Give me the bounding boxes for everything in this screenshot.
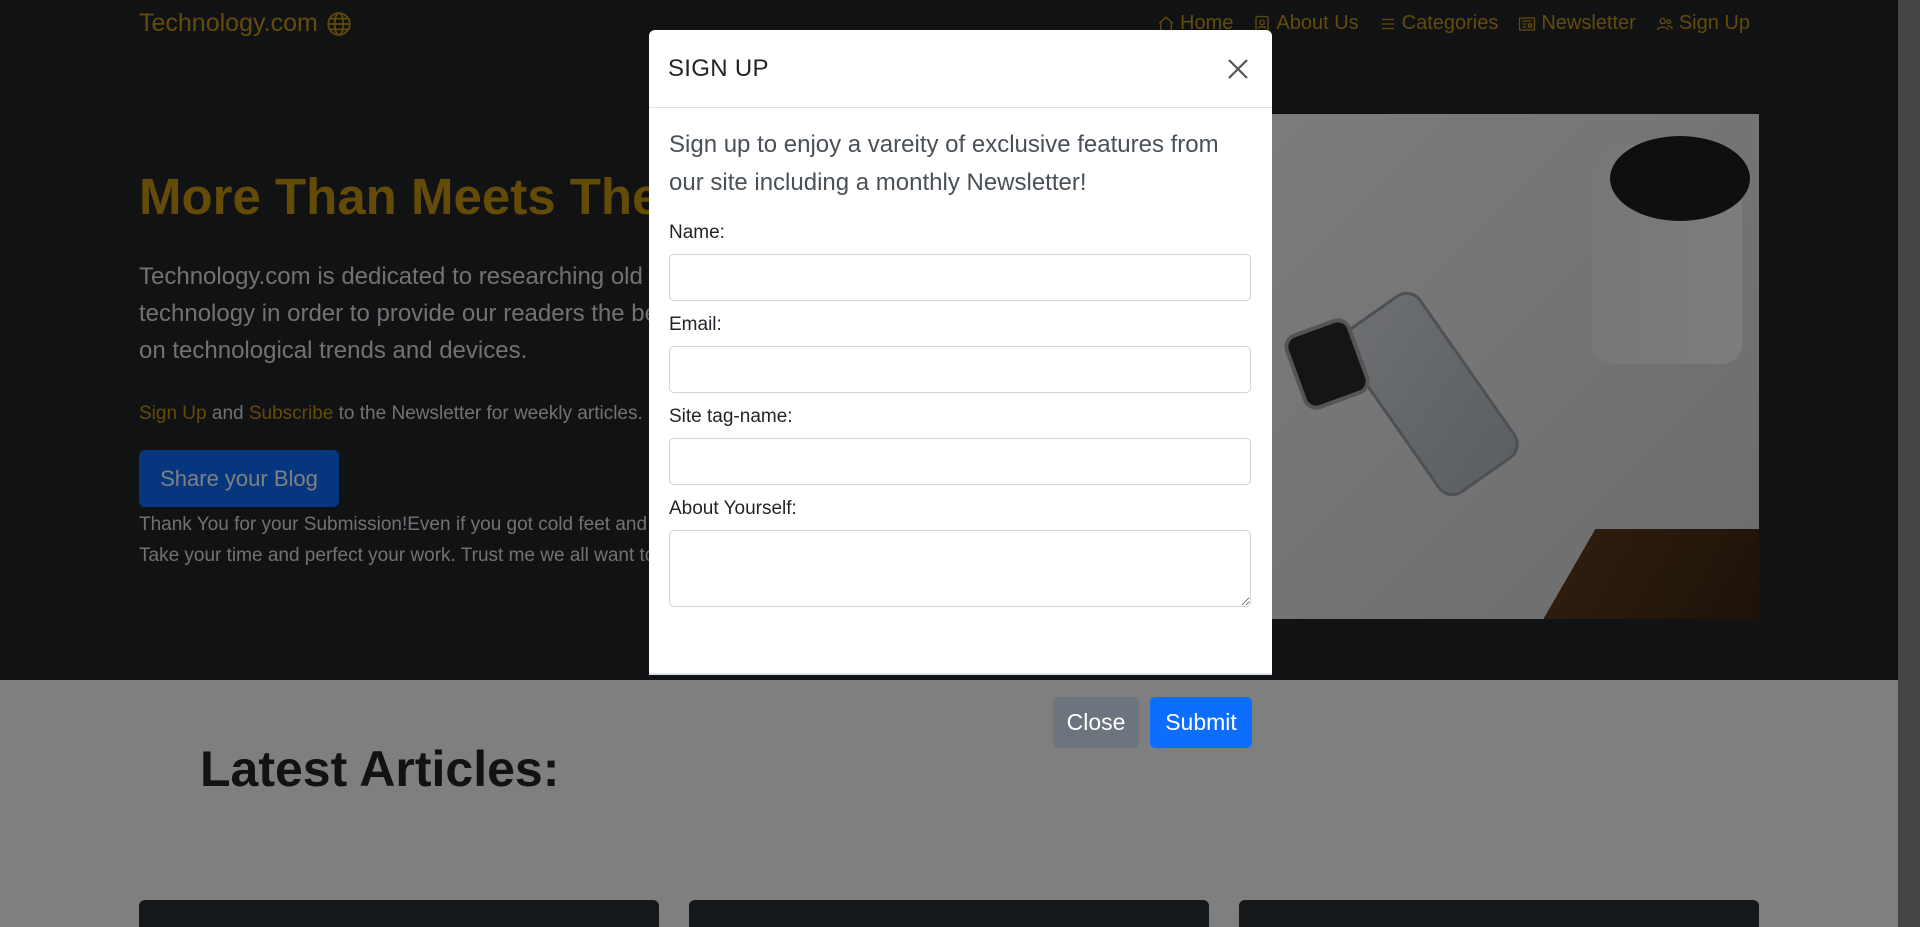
modal-body: Sign up to enjoy a vareity of exclusive … (649, 108, 1272, 607)
modal-header: SIGN UP (649, 30, 1272, 108)
close-icon (1228, 58, 1248, 79)
about-label: About Yourself: (669, 498, 797, 519)
name-label: Name: (669, 222, 725, 243)
name-input[interactable] (669, 254, 1251, 301)
submit-button[interactable]: Submit (1150, 697, 1252, 748)
email-label: Email: (669, 314, 722, 335)
close-button[interactable]: Close (1053, 697, 1139, 748)
about-textarea[interactable] (669, 530, 1251, 607)
signup-modal: SIGN UP Sign up to enjoy a vareity of ex… (649, 30, 1272, 675)
email-input[interactable] (669, 346, 1251, 393)
modal-intro: Sign up to enjoy a vareity of exclusive … (669, 131, 1219, 196)
modal-divider (649, 673, 1272, 675)
modal-title: SIGN UP (668, 54, 769, 82)
tag-name-input[interactable] (669, 438, 1251, 485)
tag-name-label: Site tag-name: (669, 406, 793, 427)
modal-close-button[interactable] (1223, 54, 1253, 84)
